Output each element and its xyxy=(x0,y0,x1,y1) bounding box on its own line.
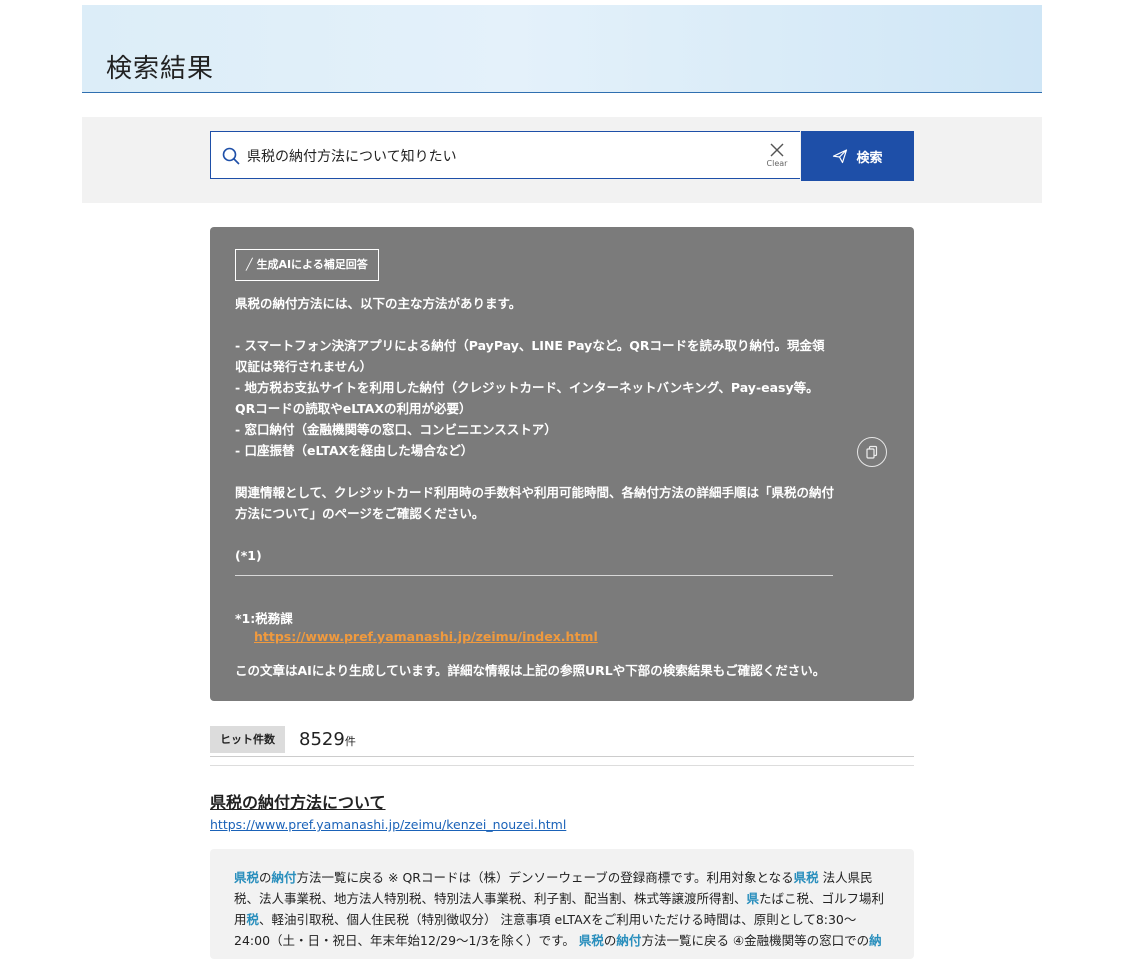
close-icon xyxy=(770,143,784,157)
search-button-label: 検索 xyxy=(856,150,883,166)
result-snippet-text: 県税の納付方法一覧に戻る ※ QRコードは（株）デンソーウェーブの登録商標です。… xyxy=(234,867,889,951)
snippet-segment: の xyxy=(259,870,272,885)
page-header: 検索結果 xyxy=(82,5,1042,93)
copy-button[interactable] xyxy=(857,437,887,467)
ai-answer-badge: ╱ 生成AIによる補足回答 xyxy=(235,249,379,281)
highlight-term: 県税 xyxy=(793,870,819,885)
search-input[interactable]: 県税の納付方法について知りたい Clear xyxy=(210,131,800,179)
divider xyxy=(210,756,914,757)
snippet-segment: の xyxy=(603,933,617,948)
reference-label: *1:税務課 xyxy=(235,611,293,626)
search-icon xyxy=(222,147,240,165)
highlight-term: 県 xyxy=(746,891,760,906)
search-button[interactable]: 検索 xyxy=(801,131,914,181)
result-title-link[interactable]: 県税の納付方法について xyxy=(210,789,386,813)
highlight-term: 県税 xyxy=(234,870,260,885)
divider xyxy=(210,765,914,766)
ai-answer-divider xyxy=(235,575,833,576)
send-icon xyxy=(833,149,848,164)
hit-count-unit: 件 xyxy=(344,735,356,748)
search-area: 県税の納付方法について知りたい Clear 検索 xyxy=(82,117,1042,203)
clear-button[interactable]: Clear xyxy=(764,142,790,172)
result-snippet: 県税の納付方法一覧に戻る ※ QRコードは（株）デンソーウェーブの登録商標です。… xyxy=(210,849,914,959)
hit-count-row: ヒット件数 8529件 xyxy=(210,726,914,766)
highlight-term: 納付 xyxy=(271,870,297,885)
hit-count-label: ヒット件数 xyxy=(210,726,285,753)
ai-disclaimer: この文章はAIにより生成しています。詳細な情報は上記の参照URLや下部の検索結果… xyxy=(235,663,826,678)
hit-count-value: 8529件 xyxy=(299,729,356,750)
search-query-text[interactable]: 県税の納付方法について知りたい xyxy=(247,146,457,166)
clear-label: Clear xyxy=(766,159,788,168)
ai-answer-panel: ╱ 生成AIによる補足回答 県税の納付方法には、以下の主な方法があります。 - … xyxy=(210,227,914,701)
page-title: 検索結果 xyxy=(106,54,215,85)
highlight-term: 納 xyxy=(869,933,882,948)
snippet-segment: 方法一覧に戻る ④金融機関等の窓口での xyxy=(641,933,870,948)
highlight-term: 県税 xyxy=(578,933,604,948)
copy-icon xyxy=(866,445,878,459)
highlight-term: 納付 xyxy=(616,933,642,948)
hit-count-number: 8529 xyxy=(299,729,345,750)
result-url-link[interactable]: https://www.pref.yamanashi.jp/zeimu/kenz… xyxy=(210,817,566,832)
reference-link[interactable]: https://www.pref.yamanashi.jp/zeimu/inde… xyxy=(254,629,598,644)
ai-answer-text: 県税の納付方法には、以下の主な方法があります。 - スマートフォン決済アプリによ… xyxy=(235,296,835,563)
highlight-term: 税 xyxy=(246,912,260,927)
snippet-segment: 方法一覧に戻る ※ QRコードは（株）デンソーウェーブの登録商標です。利用対象と… xyxy=(296,870,794,885)
